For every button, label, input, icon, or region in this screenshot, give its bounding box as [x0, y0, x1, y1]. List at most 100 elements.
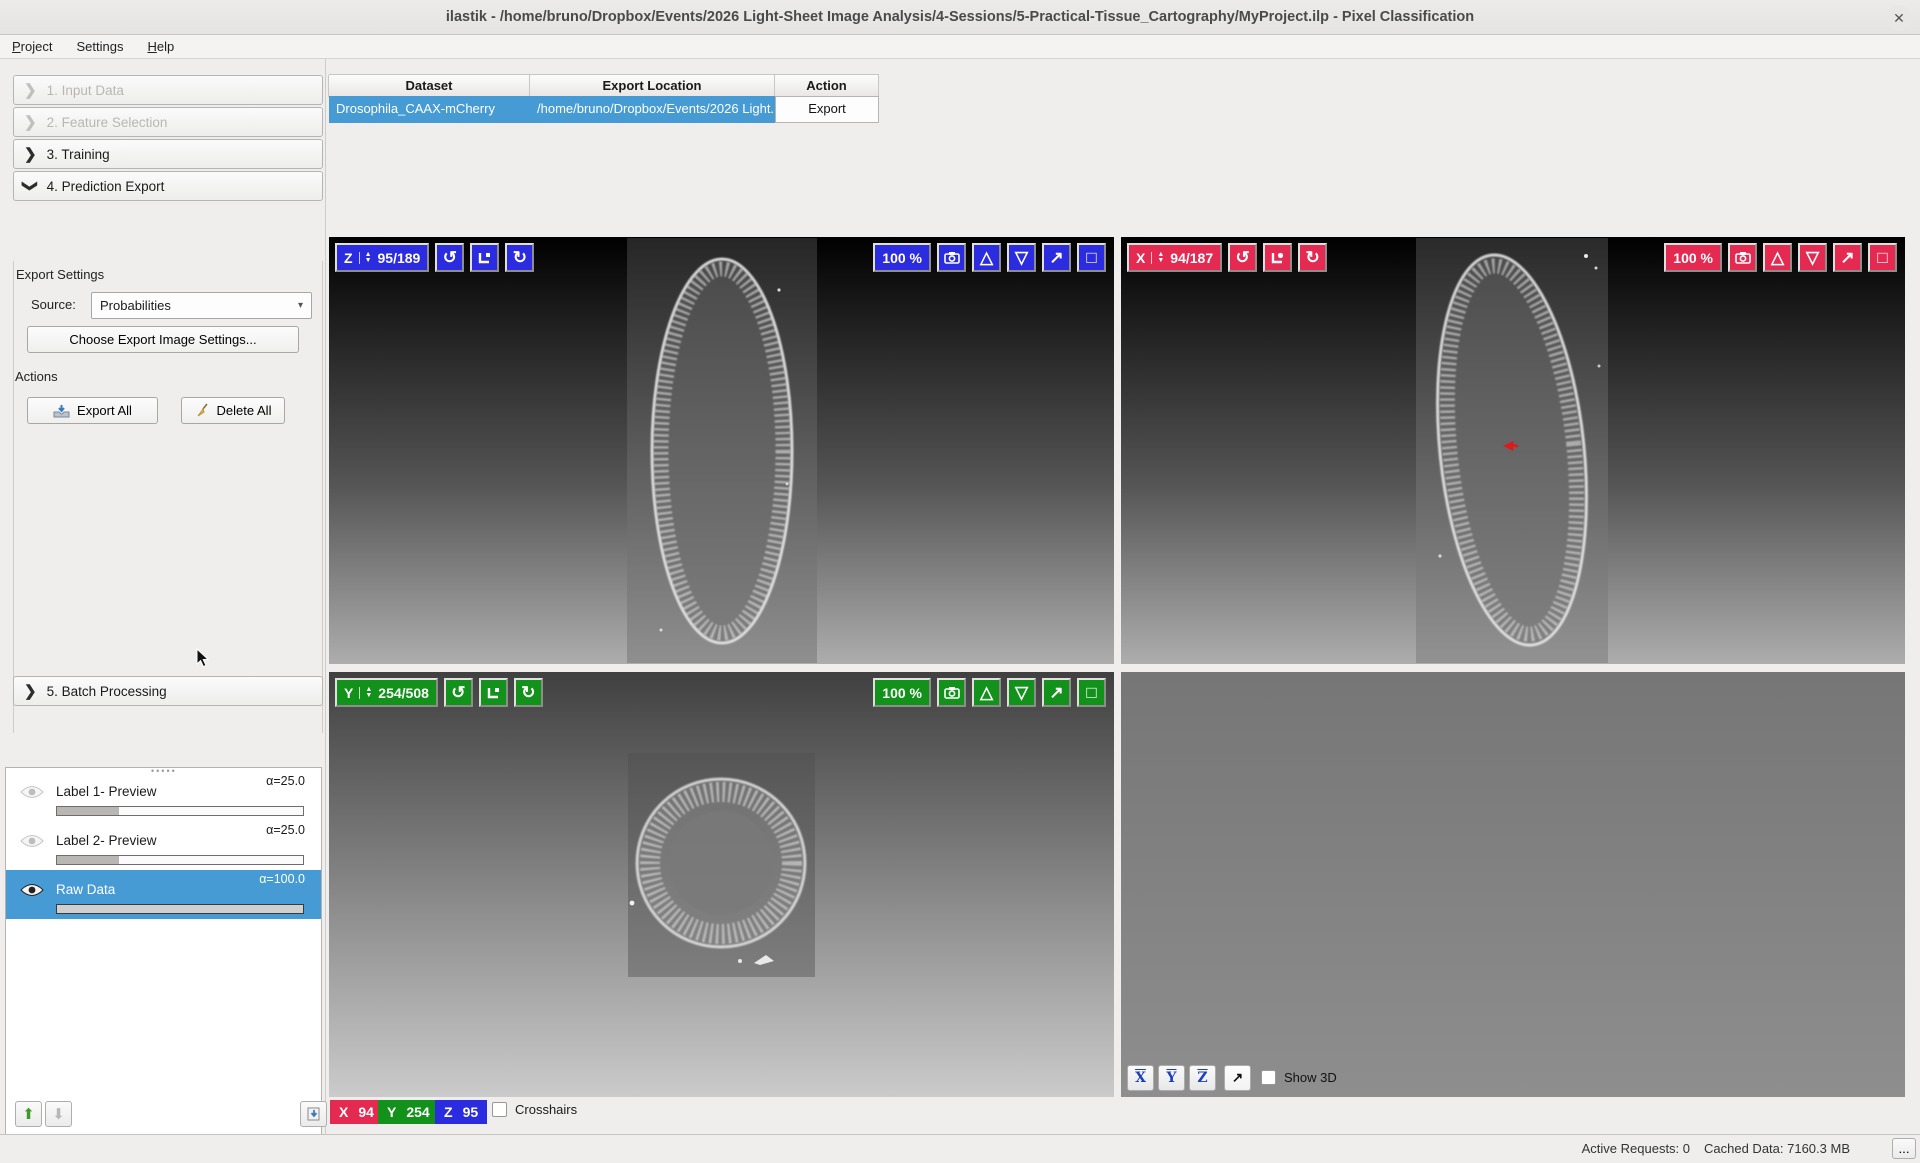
opacity-slider[interactable] — [56, 904, 304, 914]
chevron-down-icon: ▾ — [298, 300, 303, 311]
eye-icon[interactable] — [20, 833, 44, 849]
rotate-left-icon: ↺ — [443, 248, 457, 268]
layer-row-label1[interactable]: Label 1- Preview α=25.0 — [6, 772, 321, 821]
export-all-button[interactable]: Export All — [27, 397, 158, 424]
slice-up-button[interactable]: △ — [972, 243, 1001, 272]
snapshot-button[interactable] — [1728, 243, 1757, 272]
reset-zoom-button[interactable]: □ — [1868, 243, 1897, 272]
swap-axes-button[interactable] — [479, 678, 508, 707]
toggle-y-slice-button[interactable]: Y — [1158, 1065, 1185, 1091]
export-current-view-button[interactable] — [300, 1101, 327, 1127]
viewport-z[interactable]: Z ▲▼ 95/189 ↺ ↻ 100 % △ ▽ ↗ □ — [329, 237, 1114, 664]
slice-spinner[interactable]: ▲▼ — [359, 687, 372, 699]
triangle-up-icon: △ — [980, 683, 993, 703]
title-bar: ilastik - /home/bruno/Dropbox/Events/202… — [0, 0, 1920, 35]
column-header-export-location[interactable]: Export Location — [529, 75, 775, 97]
dock-3d-view-button[interactable]: ↗ — [1224, 1065, 1251, 1091]
applet-training[interactable]: ❯ 3. Training — [13, 139, 323, 169]
cached-data-status: Cached Data: 7160.3 MB — [1704, 1141, 1850, 1156]
viewport-z-left-toolbar: Z ▲▼ 95/189 ↺ ↻ — [335, 243, 534, 272]
show-3d-checkbox[interactable] — [1261, 1070, 1276, 1085]
crosshairs-toggle[interactable]: Crosshairs — [492, 1102, 577, 1117]
applet-sidebar: ❯ 1. Input Data ❯ 2. Feature Selection ❯… — [0, 59, 326, 1134]
opacity-slider[interactable] — [56, 806, 304, 816]
rotate-left-icon: ↺ — [451, 683, 465, 703]
opacity-slider[interactable] — [56, 855, 304, 865]
viewport-y[interactable]: Y ▲▼ 254/508 ↺ ↻ 100 % △ ▽ ↗ □ — [329, 672, 1114, 1097]
rotate-right-button[interactable]: ↻ — [514, 678, 543, 707]
zoom-to-fit-button[interactable]: ↗ — [1042, 678, 1071, 707]
delete-all-button[interactable]: Delete All — [181, 397, 285, 424]
chevron-right-icon: ❯ — [24, 145, 37, 163]
position-x-badge: X94 — [330, 1100, 383, 1124]
eye-icon[interactable] — [20, 784, 44, 800]
camera-icon — [1735, 251, 1751, 264]
layer-row-label2[interactable]: Label 2- Preview α=25.0 — [6, 821, 321, 870]
table-row[interactable]: Drosophila_CAAX-mCherry /home/bruno/Drop… — [329, 96, 879, 123]
mouse-cursor — [196, 648, 210, 668]
snapshot-button[interactable] — [937, 678, 966, 707]
rotate-left-button[interactable]: ↺ — [1228, 243, 1257, 272]
rotate-right-button[interactable]: ↻ — [505, 243, 534, 272]
column-header-action[interactable]: Action — [774, 75, 879, 97]
rotate-right-icon: ↻ — [521, 683, 535, 703]
layer-row-raw-data[interactable]: Raw Data α=100.0 — [6, 870, 321, 919]
reset-zoom-button[interactable]: □ — [1077, 243, 1106, 272]
rotate-left-button[interactable]: ↺ — [444, 678, 473, 707]
export-tray-icon — [53, 404, 70, 418]
viewport-x[interactable]: X ▲▼ 94/187 ↺ ↻ 100 % △ ▽ ↗ □ — [1121, 237, 1905, 664]
export-location-cell[interactable]: /home/bruno/Dropbox/Events/2026 Light... — [530, 96, 775, 123]
applet-feature-selection: ❯ 2. Feature Selection — [13, 107, 323, 137]
slice-spinner[interactable]: ▲▼ — [1151, 252, 1164, 264]
column-header-dataset[interactable]: Dataset — [328, 75, 530, 97]
zoom-to-fit-button[interactable]: ↗ — [1833, 243, 1862, 272]
export-button[interactable]: Export — [775, 96, 879, 123]
viewport-3d[interactable]: X Y Z ↗ Show 3D — [1121, 672, 1905, 1097]
slice-up-button[interactable]: △ — [1763, 243, 1792, 272]
chevron-right-icon: ❯ — [24, 113, 37, 131]
rotate-right-button[interactable]: ↻ — [1298, 243, 1327, 272]
menu-bar: Project Settings Help — [0, 35, 1920, 59]
rotate-left-button[interactable]: ↺ — [435, 243, 464, 272]
toggle-z-slice-button[interactable]: Z — [1189, 1065, 1216, 1091]
slice-down-button[interactable]: ▽ — [1007, 243, 1036, 272]
status-bar: Active Requests: 0 Cached Data: 7160.3 M… — [0, 1134, 1920, 1163]
menu-help[interactable]: Help — [147, 39, 174, 54]
snapshot-button[interactable] — [937, 243, 966, 272]
slice-down-button[interactable]: ▽ — [1798, 243, 1827, 272]
applet-prediction-export[interactable]: ❯ 4. Prediction Export — [13, 171, 323, 201]
triangle-down-icon: ▽ — [1015, 683, 1028, 703]
square-icon: □ — [1086, 248, 1096, 268]
toggle-x-slice-button[interactable]: X — [1127, 1065, 1154, 1091]
triangle-up-icon: △ — [1771, 248, 1784, 268]
arrow-diagonal-icon: ↗ — [1049, 683, 1063, 703]
show-3d-toggle[interactable]: Show 3D — [1261, 1070, 1337, 1085]
slice-up-button[interactable]: △ — [972, 678, 1001, 707]
menu-project[interactable]: Project — [12, 39, 52, 54]
zoom-to-fit-button[interactable]: ↗ — [1042, 243, 1071, 272]
export-dataset-table: Dataset Export Location Action Drosophil… — [329, 74, 879, 123]
choose-export-settings-button[interactable]: Choose Export Image Settings... — [27, 326, 299, 353]
source-select[interactable]: Probabilities ▾ — [91, 292, 312, 319]
window-title: ilastik - /home/bruno/Dropbox/Events/202… — [446, 9, 1474, 25]
applet-batch-processing[interactable]: ❯ 5. Batch Processing — [13, 676, 323, 706]
applet-input-data: ❯ 1. Input Data — [13, 75, 323, 105]
move-up-button[interactable]: ⬆ — [15, 1101, 42, 1127]
arrow-diagonal-icon: ↗ — [1232, 1070, 1243, 1086]
triangle-up-icon: △ — [980, 248, 993, 268]
slice-spinner[interactable]: ▲▼ — [359, 252, 372, 264]
embryo-slice-x — [1416, 238, 1608, 664]
swap-axes-button[interactable] — [470, 243, 499, 272]
close-icon[interactable]: ✕ — [1886, 5, 1912, 31]
reset-zoom-button[interactable]: □ — [1077, 678, 1106, 707]
dataset-name-cell[interactable]: Drosophila_CAAX-mCherry — [329, 96, 530, 123]
table-header-row: Dataset Export Location Action — [329, 74, 879, 96]
slice-down-button[interactable]: ▽ — [1007, 678, 1036, 707]
rotate-right-icon: ↻ — [513, 248, 527, 268]
move-down-button[interactable]: ⬇ — [45, 1101, 72, 1127]
swap-axes-button[interactable] — [1263, 243, 1292, 272]
status-more-button[interactable]: ... — [1892, 1138, 1916, 1159]
eye-icon[interactable] — [20, 882, 44, 898]
menu-settings[interactable]: Settings — [76, 39, 123, 54]
crosshairs-checkbox[interactable] — [492, 1102, 507, 1117]
